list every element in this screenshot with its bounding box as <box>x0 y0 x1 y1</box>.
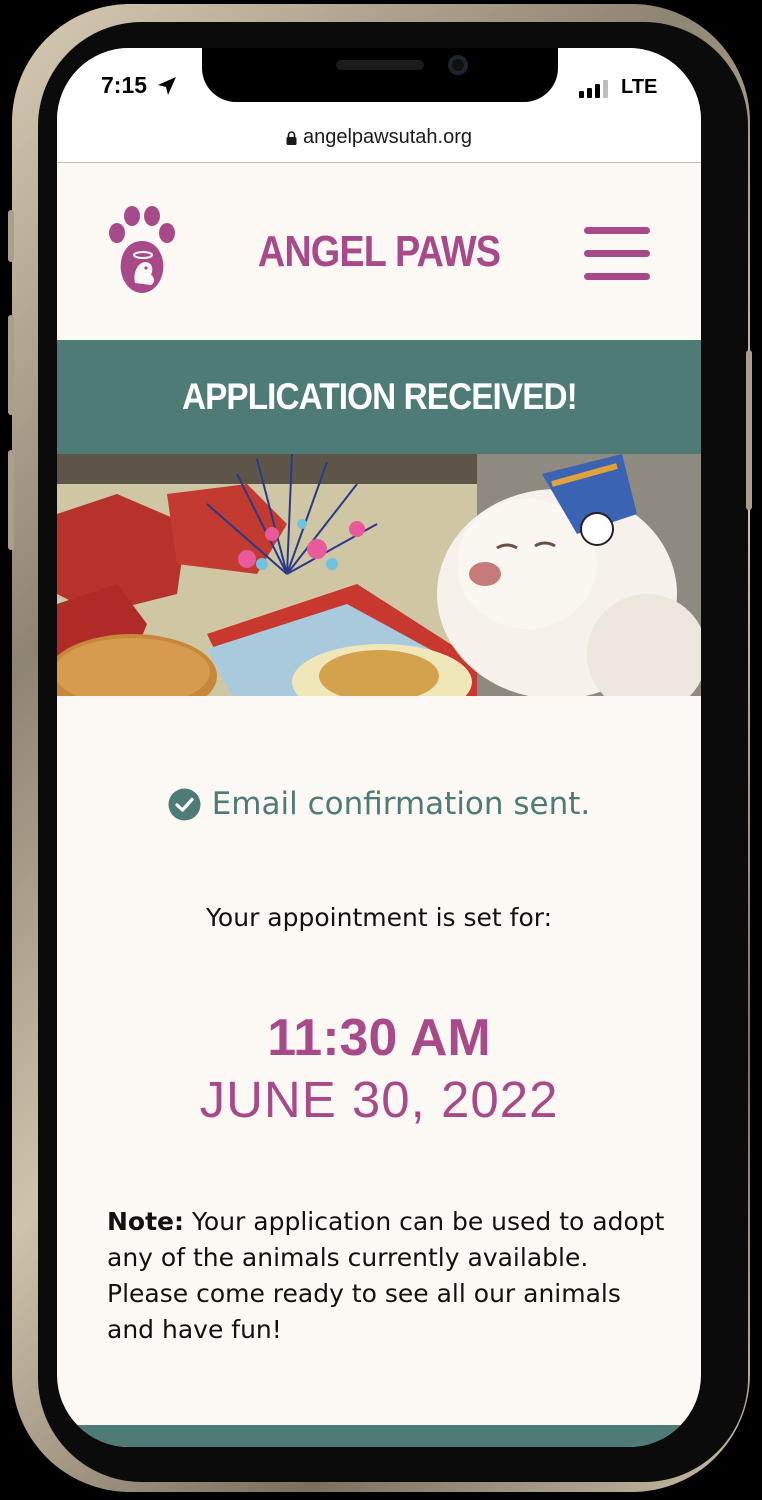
footer-strip <box>57 1425 701 1447</box>
confirmation-text: Email confirmation sent. <box>211 786 591 822</box>
banner-title: APPLICATION RECEIVED! <box>181 376 578 417</box>
carrier-label: LTE <box>621 76 658 98</box>
volume-up-button <box>8 315 14 415</box>
menu-bar-middle <box>584 250 650 257</box>
power-button <box>746 350 752 510</box>
note-label: Note: <box>107 1207 185 1236</box>
appointment-time: 11:30 AM <box>267 1009 491 1067</box>
menu-bar-top <box>584 227 650 234</box>
adoption-note: Note: Your application can be used to ad… <box>107 1204 667 1348</box>
check-circle-icon <box>168 788 201 820</box>
appointment-label: Your appointment is set for: <box>205 903 553 932</box>
site-header: ANGEL PAWS <box>57 163 701 340</box>
signal-bars-icon <box>579 80 608 98</box>
lock-icon <box>286 130 297 145</box>
address-bar[interactable]: angelpawsutah.org <box>57 124 701 163</box>
volume-down-button <box>8 450 14 550</box>
camera-notch <box>202 48 558 102</box>
url-text: angelpawsutah.org <box>302 126 472 148</box>
note-text: Your application can be used to adopt an… <box>107 1207 665 1344</box>
email-confirmation: Email confirmation sent. <box>57 786 701 822</box>
mute-switch <box>8 210 14 262</box>
phone-screen: 7:15 LTE angelpawsutah.org ANGEL PAWS AP… <box>57 48 701 1447</box>
hero-photo-party-dog <box>57 454 701 696</box>
hamburger-menu-icon[interactable] <box>584 227 650 281</box>
status-time: 7:15 <box>101 72 148 98</box>
appointment-date: JUNE 30, 2022 <box>199 1071 559 1128</box>
party-dog-illustration <box>57 454 701 696</box>
location-arrow-icon <box>158 77 176 95</box>
front-camera <box>448 55 468 75</box>
menu-bar-bottom <box>584 273 650 280</box>
site-brand-title[interactable]: ANGEL PAWS <box>102 227 656 277</box>
status-banner: APPLICATION RECEIVED! <box>57 340 701 454</box>
speaker-grille <box>336 60 424 70</box>
